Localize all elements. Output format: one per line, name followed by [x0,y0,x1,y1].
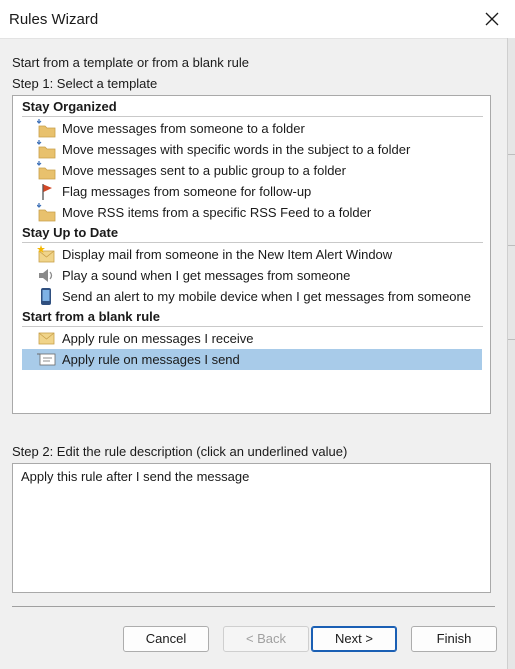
template-apply-on-receive[interactable]: Apply rule on messages I receive [22,328,482,349]
finish-button[interactable]: Finish [411,626,497,652]
group-header-blank-rule: Start from a blank rule [22,308,483,327]
template-list[interactable]: Stay Organized Move messages from someon… [12,95,491,414]
folder-move-icon [36,202,57,223]
template-label: Apply rule on messages I receive [62,331,254,346]
new-item-alert-icon [37,244,57,265]
rule-description-text: Apply this rule after I send the message [21,469,250,484]
group-header-stay-organized: Stay Organized [22,98,483,117]
template-apply-on-send[interactable]: Apply rule on messages I send [22,349,482,370]
template-label: Move messages sent to a public group to … [62,163,346,178]
template-mobile-alert[interactable]: Send an alert to my mobile device when I… [22,286,482,307]
background-window-edge [507,38,515,669]
folder-move-icon [36,139,57,160]
template-label: Play a sound when I get messages from so… [62,268,351,283]
template-new-item-alert[interactable]: Display mail from someone in the New Ite… [22,244,482,265]
template-move-rss[interactable]: Move RSS items from a specific RSS Feed … [22,202,482,223]
close-icon [485,12,499,26]
template-label: Apply rule on messages I send [62,352,240,367]
step1-label: Step 1: Select a template [12,76,158,91]
close-button[interactable] [469,0,515,38]
envelope-icon [37,328,57,349]
folder-move-icon [36,118,57,139]
template-move-public-group[interactable]: Move messages sent to a public group to … [22,160,482,181]
template-play-sound[interactable]: Play a sound when I get messages from so… [22,265,482,286]
group-header-stay-up-to-date: Stay Up to Date [22,224,483,243]
send-envelope-icon [37,349,57,370]
step2-label: Step 2: Edit the rule description (click… [12,444,348,459]
intro-text: Start from a template or from a blank ru… [12,55,249,70]
template-label: Move messages with specific words in the… [62,142,411,157]
back-button[interactable]: < Back [223,626,309,652]
template-label: Display mail from someone in the New Ite… [62,247,393,262]
button-separator [12,606,495,607]
next-button[interactable]: Next > [311,626,397,652]
template-move-specific-words[interactable]: Move messages with specific words in the… [22,139,482,160]
window-title: Rules Wizard [9,11,99,28]
folder-move-icon [36,160,57,181]
mobile-phone-icon [37,286,57,307]
rule-description-box[interactable]: Apply this rule after I send the message [12,463,491,593]
template-label: Move messages from someone to a folder [62,121,305,136]
template-label: Flag messages from someone for follow-up [62,184,312,199]
template-label: Send an alert to my mobile device when I… [62,289,471,304]
template-label: Move RSS items from a specific RSS Feed … [62,205,372,220]
speaker-icon [37,265,57,286]
template-move-from-someone[interactable]: Move messages from someone to a folder [22,118,482,139]
title-bar: Rules Wizard [0,0,515,39]
flag-icon [37,181,57,202]
cancel-button[interactable]: Cancel [123,626,209,652]
template-flag-followup[interactable]: Flag messages from someone for follow-up [22,181,482,202]
